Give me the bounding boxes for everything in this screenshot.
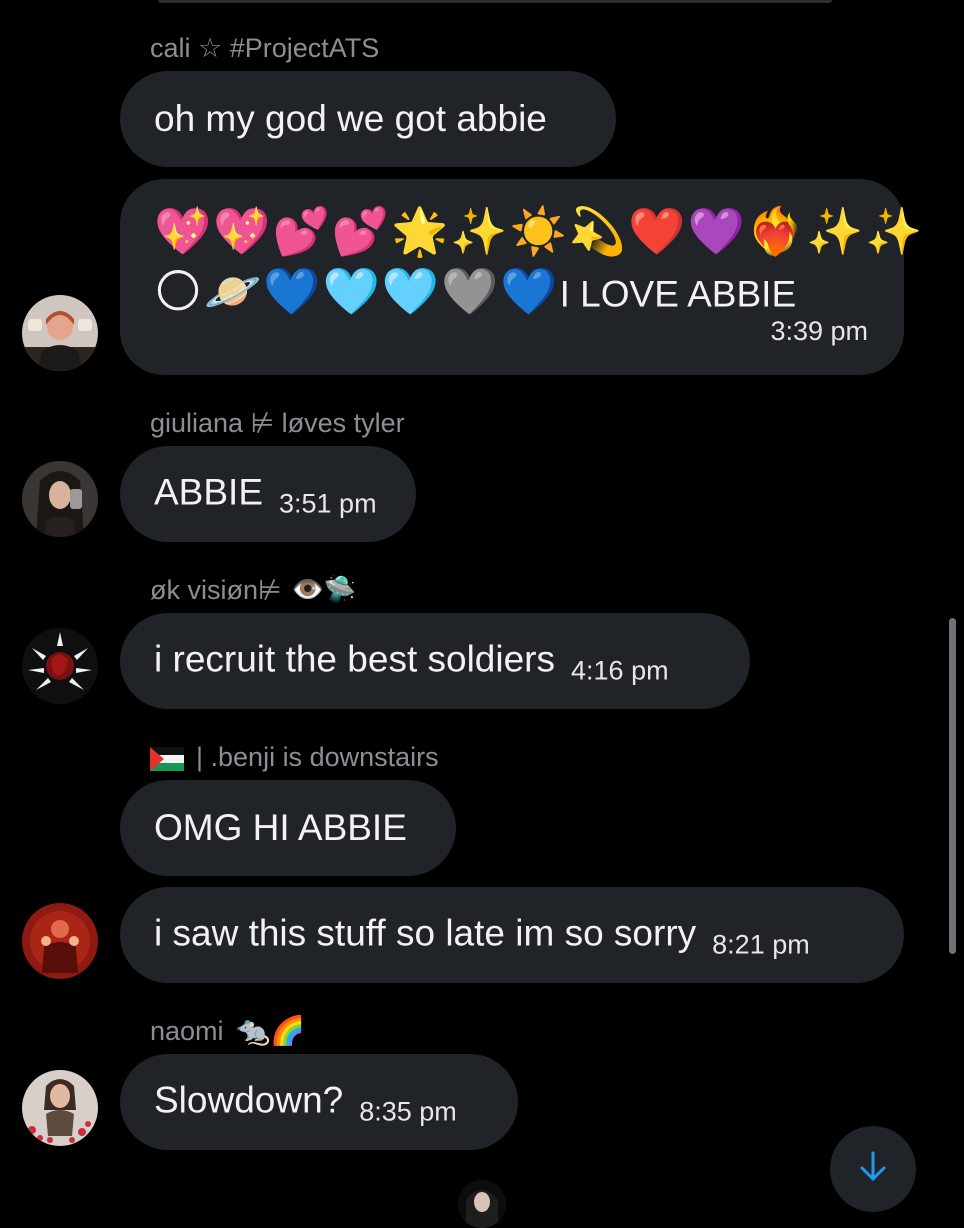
sender-name: giuliana ⊭ løves tyler: [150, 408, 405, 438]
emoji-sequence: 🌕🪐💙🩵🩵🩶💙: [154, 264, 560, 318]
message-bubble[interactable]: i saw this stuff so late im so sorry 8:21…: [120, 887, 904, 983]
message-timestamp: 3:51 pm: [279, 488, 377, 519]
message-text: i saw this stuff so late im so sorry: [154, 912, 697, 954]
sender-name: naomi 🐀🌈: [150, 1014, 306, 1047]
sender-name: øk visiøn⊭ 👁️🛸: [150, 575, 357, 605]
message-timestamp: 4:16 pm: [571, 655, 669, 686]
avatar[interactable]: [22, 1070, 98, 1146]
message-bubble[interactable]: i recruit the best soldiers 4:16 pm: [120, 613, 750, 709]
sender-emoji: 🐀🌈: [235, 1014, 306, 1047]
message-timestamp: 8:35 pm: [359, 1096, 457, 1127]
message-text: i recruit the best soldiers: [154, 638, 556, 680]
sender-name: cali ☆ #ProjectATS: [150, 33, 380, 63]
emoji-line: 💖💖💕💕🌟✨☀️💫❤️💜❤️‍🔥✨✨: [154, 204, 925, 258]
message-bubble[interactable]: oh my god we got abbie: [120, 71, 616, 167]
scrollbar[interactable]: [949, 618, 956, 954]
palestine-flag-icon: [150, 745, 184, 771]
avatar[interactable]: [22, 461, 98, 537]
avatar[interactable]: [22, 295, 98, 371]
avatar[interactable]: [22, 628, 98, 704]
sender-name: | .benji is downstairs: [150, 740, 439, 774]
emoji-line-with-text: 🌕🪐💙🩵🩵🩶💙I LOVE ABBIE: [154, 263, 796, 323]
message-text: ABBIE: [154, 471, 263, 513]
sender-emoji: 👁️🛸: [291, 575, 357, 605]
message-text: OMG HI ABBIE: [154, 807, 407, 848]
arrow-down-icon: [858, 1150, 888, 1189]
message-timestamp: 8:21 pm: [712, 929, 810, 960]
scroll-to-bottom-button[interactable]: [830, 1126, 916, 1212]
message-bubble[interactable]: Slowdown? 8:35 pm: [120, 1054, 518, 1150]
avatar[interactable]: [22, 903, 98, 979]
message-timestamp: 3:39 pm: [770, 316, 868, 346]
message-text: Slowdown?: [154, 1079, 344, 1121]
avatar[interactable]: [458, 1180, 506, 1228]
message-bubble[interactable]: 💖💖💕💕🌟✨☀️💫❤️💜❤️‍🔥✨✨ 🌕🪐💙🩵🩵🩶💙I LOVE ABBIE 3…: [120, 179, 923, 375]
message-bubble[interactable]: OMG HI ABBIE: [120, 780, 456, 876]
previous-message-edge: [158, 0, 832, 3]
message-bubble[interactable]: ABBIE 3:51 pm: [120, 446, 416, 542]
message-text: I LOVE ABBIE: [559, 273, 797, 315]
message-text: oh my god we got abbie: [154, 98, 547, 139]
